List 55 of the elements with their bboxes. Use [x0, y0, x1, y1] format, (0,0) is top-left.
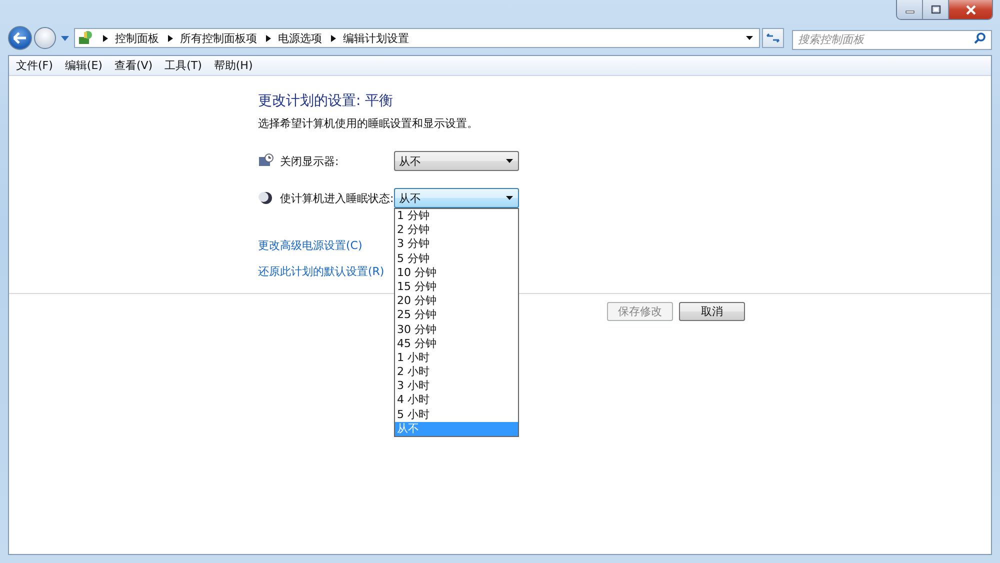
- dropdown[interactable]: 从不: [394, 188, 519, 208]
- dropdown-option[interactable]: 20 分钟: [395, 294, 518, 308]
- refresh-button[interactable]: [762, 28, 784, 48]
- chevron-icon[interactable]: [331, 34, 336, 42]
- dropdown-option[interactable]: 25 分钟: [395, 308, 518, 322]
- dropdown-option[interactable]: 4 小时: [395, 393, 518, 408]
- menu-item[interactable]: 帮助(H): [208, 58, 260, 73]
- monitor-clock-icon: [258, 153, 274, 169]
- dropdown-option[interactable]: 5 分钟: [395, 252, 518, 266]
- moon-icon: [258, 190, 274, 206]
- chevron-icon[interactable]: [103, 34, 108, 42]
- maximize-icon[interactable]: [930, 5, 940, 14]
- menu-item[interactable]: 编辑(E): [60, 58, 110, 73]
- menu-item[interactable]: 工具(T): [160, 58, 209, 73]
- refresh-icon[interactable]: [766, 32, 780, 44]
- breadcrumb-item[interactable]: 编辑计划设置: [343, 30, 409, 46]
- close-icon[interactable]: [964, 4, 976, 14]
- dropdown-option[interactable]: 1 小时: [395, 350, 518, 366]
- menu-item[interactable]: 查看(V): [109, 58, 160, 73]
- dropdown-option[interactable]: 1 分钟: [395, 209, 518, 224]
- dropdown[interactable]: 从不: [394, 151, 519, 171]
- breadcrumb-item[interactable]: 电源选项: [278, 30, 322, 46]
- chevron-icon[interactable]: [266, 34, 271, 42]
- back-button[interactable]: [8, 26, 32, 50]
- caret-icon[interactable]: [506, 196, 513, 200]
- cancel-button[interactable]: 取消: [679, 302, 745, 321]
- dropdown-option[interactable]: 10 分钟: [395, 266, 518, 280]
- dropdown-option[interactable]: 2 小时: [395, 365, 518, 380]
- address-bar[interactable]: 控制面板 所有控制面板项 电源选项 编辑计划设置: [74, 28, 760, 48]
- dropdown-option[interactable]: 45 分钟: [395, 336, 518, 351]
- link[interactable]: 更改高级电源设置(C): [258, 238, 362, 253]
- dropdown-option[interactable]: 15 分钟: [395, 280, 518, 294]
- setting-label: 关闭显示器:: [280, 154, 340, 168]
- breadcrumb-item[interactable]: 控制面板: [115, 30, 159, 46]
- dropdown-option[interactable]: 30 分钟: [395, 322, 518, 337]
- link[interactable]: 还原此计划的默认设置(R): [258, 264, 384, 279]
- setting-label: 使计算机进入睡眠状态:: [280, 190, 394, 206]
- maximize-button[interactable]: [923, 0, 949, 19]
- search-field[interactable]: 搜索控制面板: [792, 30, 992, 50]
- dropdown-option[interactable]: 2 分钟: [395, 223, 518, 238]
- dropdown-option[interactable]: 3 分钟: [395, 237, 518, 252]
- forward-button[interactable]: [34, 27, 56, 49]
- breadcrumb-item[interactable]: 所有控制面板项: [180, 30, 257, 46]
- dropdown-arrow-icon[interactable]: [746, 36, 753, 40]
- chevron-icon[interactable]: [168, 34, 173, 42]
- close-button[interactable]: [949, 0, 992, 19]
- page-heading: 更改计划的设置: 平衡: [258, 92, 394, 110]
- back-arrow-icon[interactable]: [13, 32, 27, 44]
- menu-item[interactable]: 文件(F): [11, 58, 60, 73]
- dropdown-option[interactable]: 5 小时: [395, 408, 518, 422]
- caret-icon[interactable]: [506, 159, 513, 163]
- search-icon[interactable]: [974, 32, 986, 44]
- dropdown-option[interactable]: 3 小时: [395, 379, 518, 394]
- description-text: 选择希望计算机使用的睡眠设置和显示设置。: [258, 116, 479, 131]
- control-panel-icon: [78, 30, 94, 46]
